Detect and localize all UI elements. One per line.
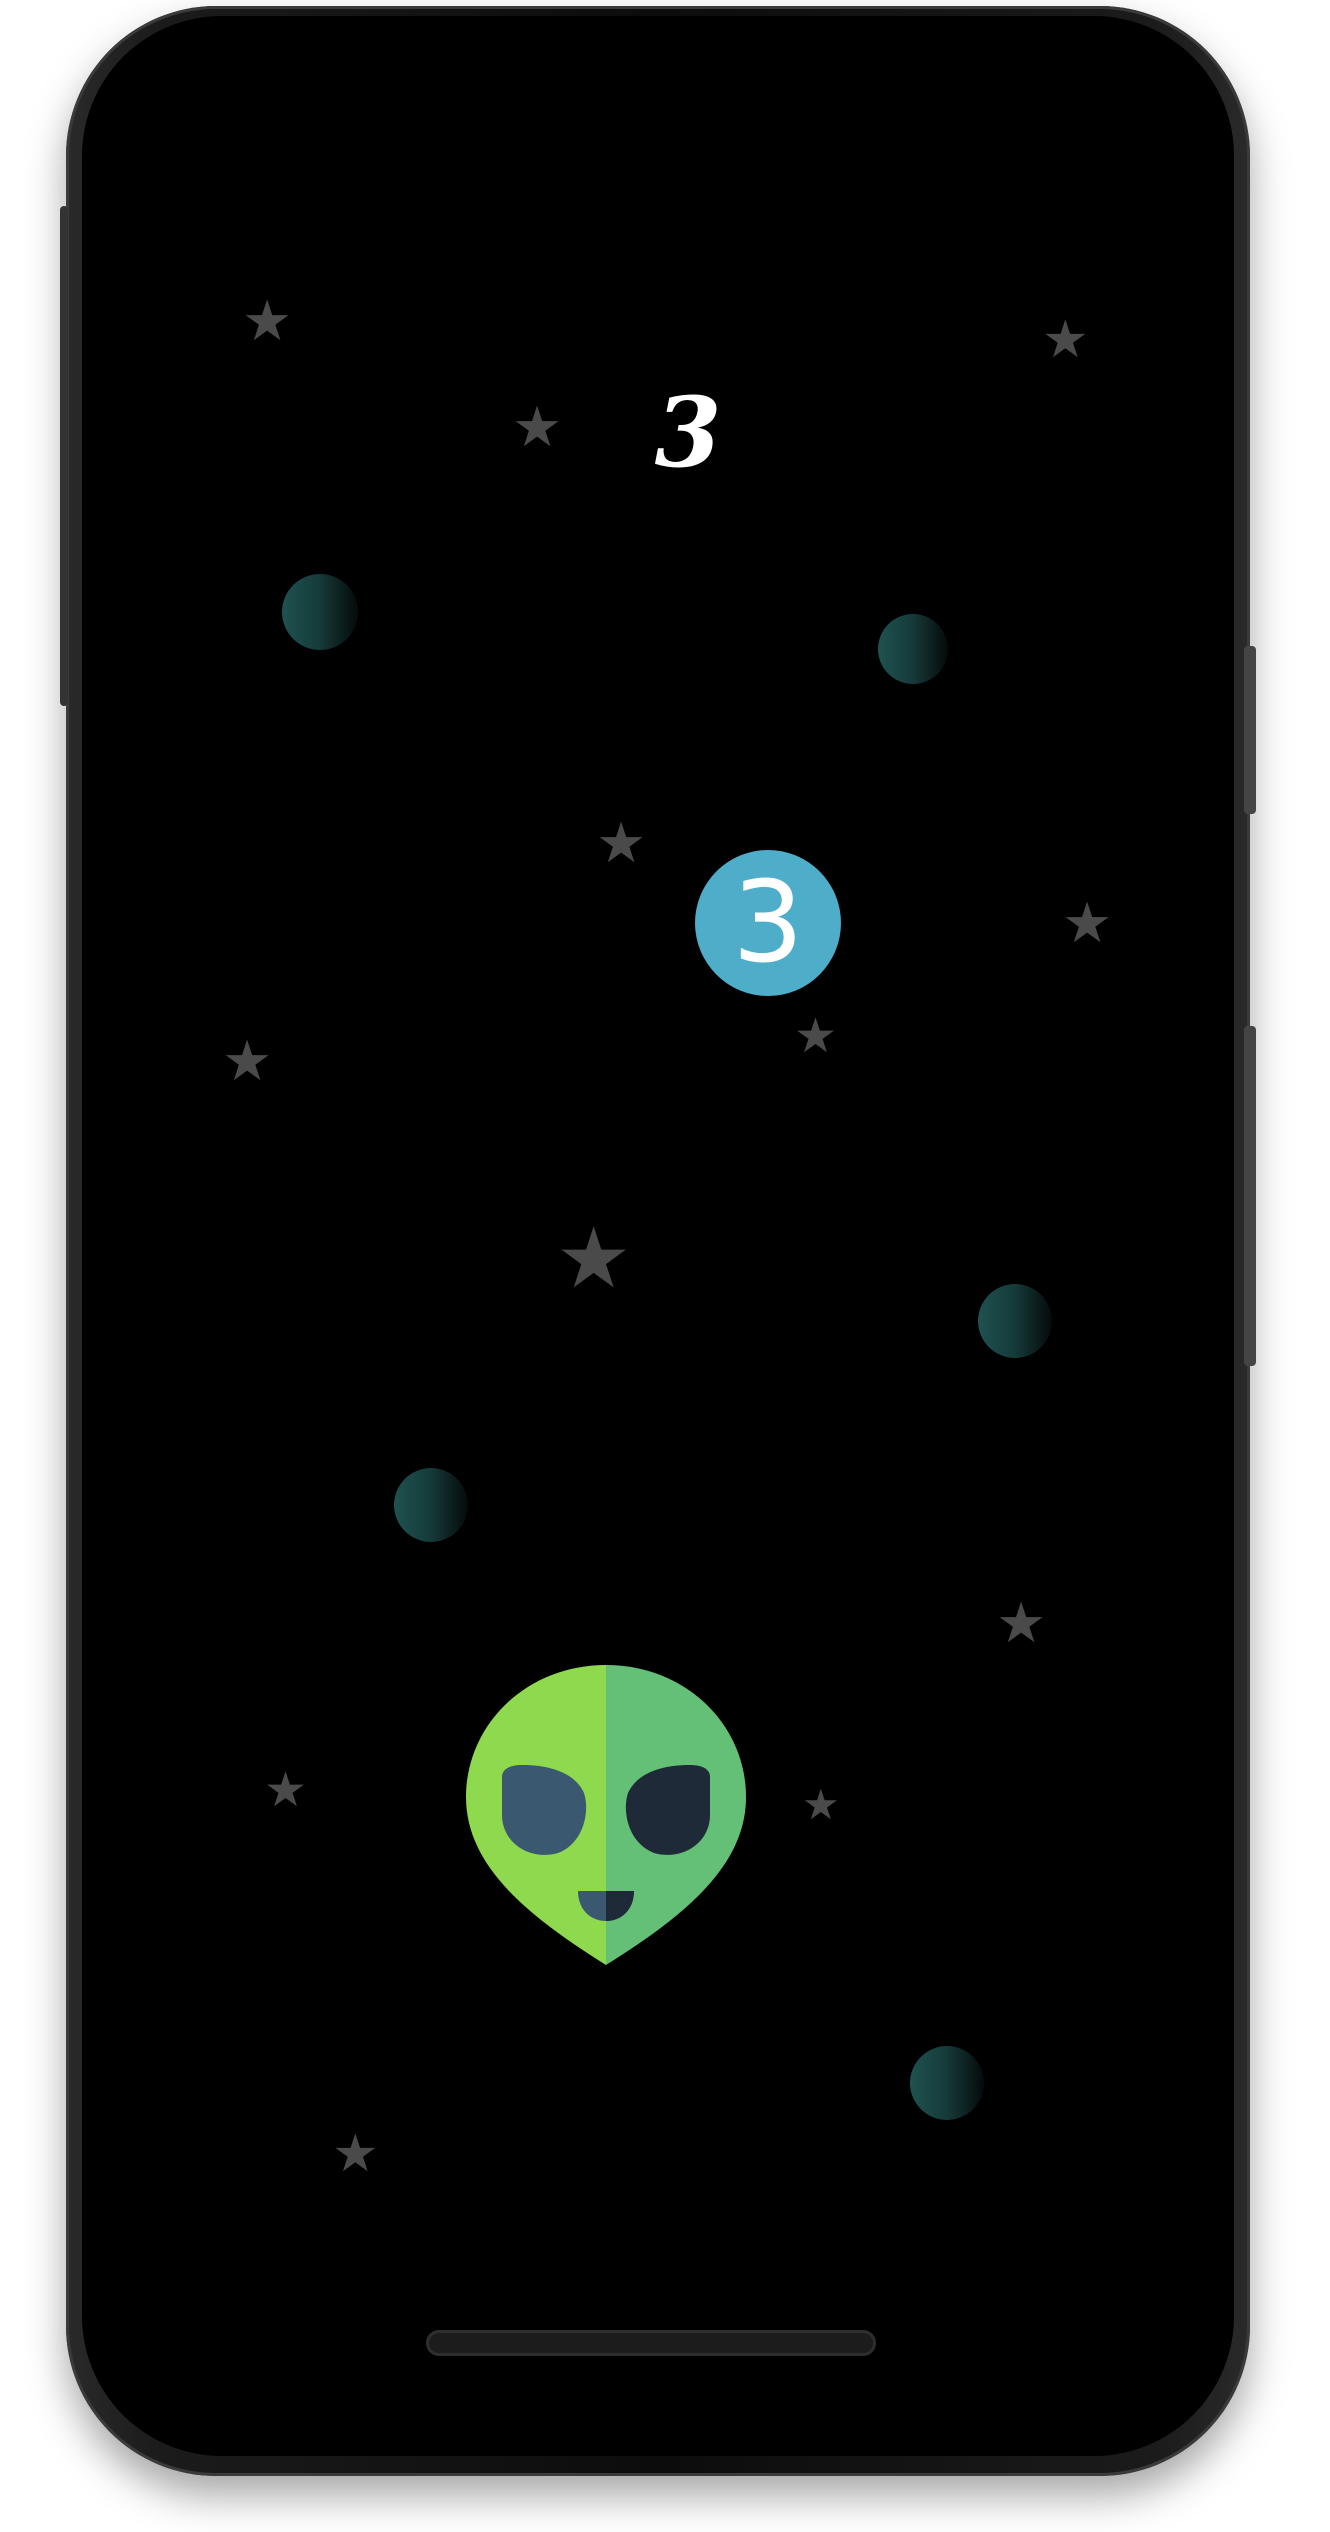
score-counter: 3 xyxy=(654,376,722,489)
volume-rocker xyxy=(1244,1026,1256,1366)
planet-icon xyxy=(394,1468,468,1542)
star-icon: ★ xyxy=(556,1209,632,1307)
star-icon: ★ xyxy=(1062,891,1113,956)
bottom-speaker xyxy=(426,2330,876,2356)
alien-head-icon[interactable] xyxy=(466,1665,746,1965)
star-icon: ★ xyxy=(794,1008,838,1064)
star-icon: ★ xyxy=(242,289,293,354)
star-icon: ★ xyxy=(264,1762,308,1818)
star-icon: ★ xyxy=(1042,310,1089,370)
planet-icon xyxy=(910,2046,984,2120)
power-button xyxy=(1244,646,1256,814)
star-icon: ★ xyxy=(802,1780,840,1829)
planet-icon xyxy=(978,1284,1052,1358)
star-icon: ★ xyxy=(222,1029,273,1094)
target-number-bubble[interactable]: 3 xyxy=(695,850,841,996)
star-icon: ★ xyxy=(996,1591,1047,1656)
star-icon: ★ xyxy=(332,2124,379,2184)
planet-icon xyxy=(878,614,948,684)
planet-icon xyxy=(282,574,358,650)
star-icon: ★ xyxy=(596,811,647,876)
